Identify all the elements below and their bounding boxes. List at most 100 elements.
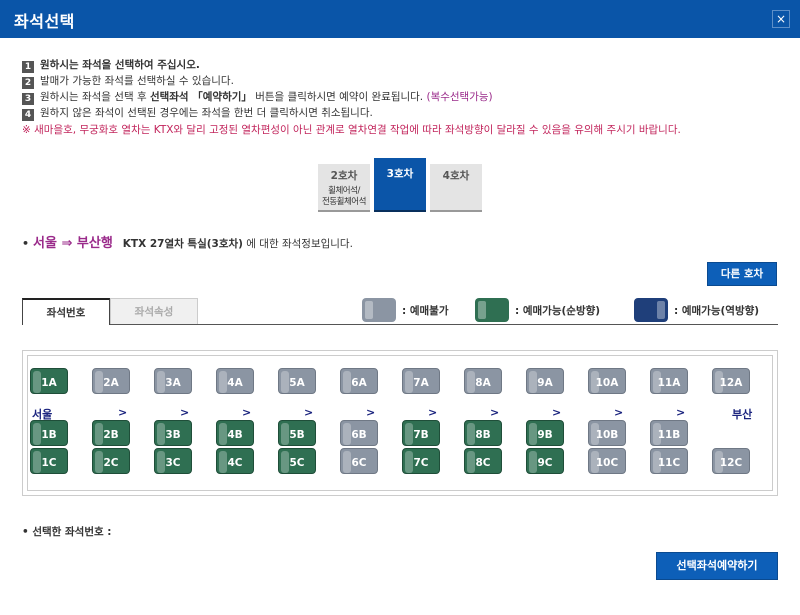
seat-11B[interactable]: 11B	[650, 420, 688, 446]
step-number: 4	[22, 109, 34, 121]
seat-10A[interactable]: 10A	[588, 368, 626, 394]
seat-label: 2C	[103, 457, 119, 469]
seat-label: 5C	[289, 457, 305, 469]
seat-label: 3A	[165, 377, 181, 389]
instruction-text-pre: 원하시는 좌석을 선택 후	[40, 91, 150, 103]
seat-label: 12C	[719, 457, 743, 469]
seat-12A[interactable]: 12A	[712, 368, 750, 394]
seat-7C[interactable]: 7C	[402, 448, 440, 474]
seat-4C[interactable]: 4C	[216, 448, 254, 474]
seat-1C[interactable]: 1C	[30, 448, 68, 474]
seat-label: 5A	[289, 377, 305, 389]
seat-label: 3C	[165, 457, 181, 469]
seat-2C[interactable]: 2C	[92, 448, 130, 474]
direction-arrow: >	[676, 406, 686, 419]
seat-label: 2A	[103, 377, 119, 389]
direction-arrow: >	[552, 406, 562, 419]
direction-arrow: >	[366, 406, 376, 419]
tab-seat-attribute[interactable]: 좌석속성	[110, 298, 198, 325]
route-info: • 서울 ⇒ 부산행 KTX 27열차 특실(3호차) 에 대한 좌석정보입니다.	[22, 232, 353, 251]
bullet: •	[22, 237, 30, 250]
seat-label: 6C	[351, 457, 367, 469]
instruction-text: 원하시는 좌석을 선택하여 주십시오.	[40, 59, 200, 71]
seat-6C[interactable]: 6C	[340, 448, 378, 474]
reserve-selected-button[interactable]: 선택좌석예약하기	[656, 552, 778, 580]
seat-label: 8C	[475, 457, 491, 469]
seat-8B[interactable]: 8B	[464, 420, 502, 446]
seat-6B[interactable]: 6B	[340, 420, 378, 446]
seat-8C[interactable]: 8C	[464, 448, 502, 474]
reverse-swatch	[634, 298, 668, 322]
route-destination: 서울 ⇒ 부산행	[33, 236, 113, 251]
instruction-text-post: 버튼을 클릭하시면 예약이 완료됩니다.	[251, 91, 424, 103]
title-bar: 좌석선택 ×	[0, 0, 800, 38]
seat-label: 6A	[351, 377, 367, 389]
seat-7A[interactable]: 7A	[402, 368, 440, 394]
direction-arrow: >	[180, 406, 190, 419]
instruction-4: 4 원하지 않은 좌석이 선택된 경우에는 좌석을 한번 더 클릭하시면 취소됩니…	[22, 106, 782, 121]
seat-label: 8B	[475, 429, 491, 441]
other-car-button[interactable]: 다른 호차	[707, 262, 777, 286]
instruction-3: 3 원하시는 좌석을 선택 후 선택좌석 「예약하기」 버튼을 클릭하시면 예약이…	[22, 90, 782, 105]
seat-10B[interactable]: 10B	[588, 420, 626, 446]
seat-map: 서울 부산 1A 2A 3A 4A 5A 6A 7A 8A 9A 10A 11A 12A 1B 2B 3B 4…	[27, 355, 773, 491]
car-tab-4[interactable]: 4호차	[430, 164, 482, 212]
seat-3C[interactable]: 3C	[154, 448, 192, 474]
seat-label: 9A	[537, 377, 553, 389]
seat-label: 7A	[413, 377, 429, 389]
seat-label: 10B	[595, 429, 619, 441]
seat-9A[interactable]: 9A	[526, 368, 564, 394]
car-tab-3[interactable]: 3호차	[374, 158, 426, 212]
car-tab-2[interactable]: 2호차 휠체어석/ 전동휠체어석	[318, 164, 370, 212]
seat-12C[interactable]: 12C	[712, 448, 750, 474]
multi-select-note: (복수선택가능)	[423, 91, 493, 103]
seat-4A[interactable]: 4A	[216, 368, 254, 394]
seat-label: 1C	[41, 457, 57, 469]
seat-11A[interactable]: 11A	[650, 368, 688, 394]
seat-label: 4A	[227, 377, 243, 389]
seat-9C[interactable]: 9C	[526, 448, 564, 474]
legend-reverse-label: : 예매가능(역방향)	[674, 304, 760, 317]
seat-6A[interactable]: 6A	[340, 368, 378, 394]
legend-unavailable: : 예매불가	[362, 298, 449, 322]
seat-4B[interactable]: 4B	[216, 420, 254, 446]
legend-forward-label: : 예매가능(순방향)	[515, 304, 601, 317]
car-tab-sub2: 전동휠체어석	[322, 197, 366, 207]
seat-label: 3B	[165, 429, 181, 441]
close-icon[interactable]: ×	[772, 10, 790, 28]
seat-label: 9C	[537, 457, 553, 469]
seat-label: 7C	[413, 457, 429, 469]
legend-unavailable-label: : 예매불가	[402, 304, 449, 317]
seat-label: 10C	[595, 457, 619, 469]
seat-8A[interactable]: 8A	[464, 368, 502, 394]
seat-10C[interactable]: 10C	[588, 448, 626, 474]
seat-label: 8A	[475, 377, 491, 389]
seat-7B[interactable]: 7B	[402, 420, 440, 446]
unavailable-swatch	[362, 298, 396, 322]
seat-3B[interactable]: 3B	[154, 420, 192, 446]
tab-divider	[110, 324, 778, 325]
seat-2A[interactable]: 2A	[92, 368, 130, 394]
seat-2B[interactable]: 2B	[92, 420, 130, 446]
seat-11C[interactable]: 11C	[650, 448, 688, 474]
seat-label: 9B	[537, 429, 553, 441]
seat-9B[interactable]: 9B	[526, 420, 564, 446]
seat-label: 12A	[719, 377, 743, 389]
seat-map-panel: 서울 부산 1A 2A 3A 4A 5A 6A 7A 8A 9A 10A 11A 12A 1B 2B 3B 4…	[22, 350, 778, 496]
selected-seat-label: • 선택한 좌석번호 :	[22, 526, 112, 538]
window-title: 좌석선택	[14, 12, 75, 31]
instruction-2: 2 발매가 가능한 좌석를 선택하실 수 있습니다.	[22, 74, 782, 89]
tab-seat-number[interactable]: 좌석번호	[22, 298, 110, 325]
seat-1B[interactable]: 1B	[30, 420, 68, 446]
seat-label: 7B	[413, 429, 429, 441]
seat-3A[interactable]: 3A	[154, 368, 192, 394]
seat-5B[interactable]: 5B	[278, 420, 316, 446]
instruction-1: 1 원하시는 좌석을 선택하여 주십시오.	[22, 58, 782, 73]
seat-1A[interactable]: 1A	[30, 368, 68, 394]
route-tail: 에 대한 좌석정보입니다.	[242, 238, 353, 250]
step-number: 3	[22, 93, 34, 105]
seat-5C[interactable]: 5C	[278, 448, 316, 474]
seat-5A[interactable]: 5A	[278, 368, 316, 394]
instruction-text: 발매가 가능한 좌석를 선택하실 수 있습니다.	[40, 75, 234, 87]
car-tab-label: 3호차	[386, 168, 414, 180]
